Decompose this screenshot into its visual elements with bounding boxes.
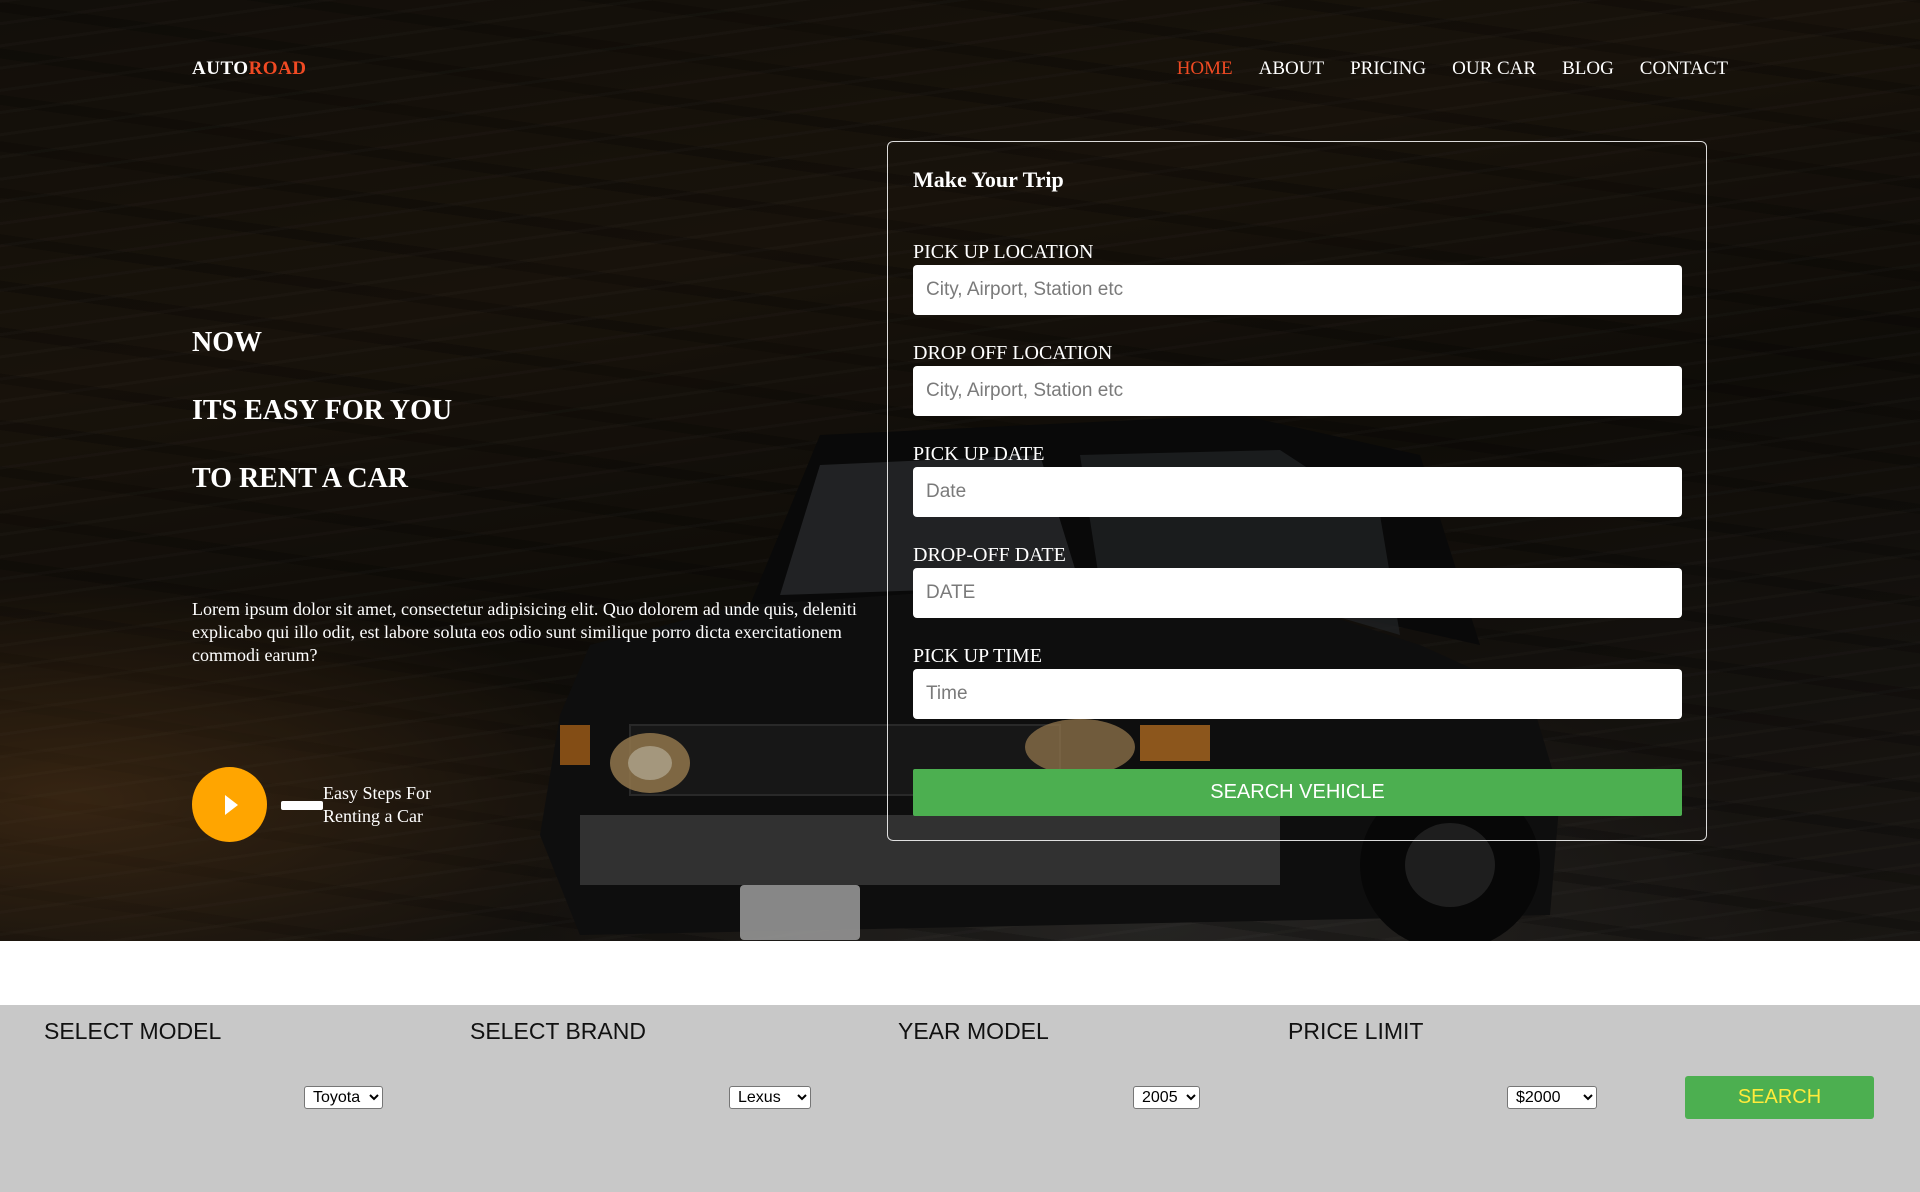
main-nav: HOME ABOUT PRICING OUR CAR BLOG CONTACT bbox=[1177, 58, 1728, 80]
nav-home[interactable]: HOME bbox=[1177, 58, 1233, 80]
search-button[interactable]: SEARCH bbox=[1685, 1076, 1874, 1119]
year-model-label: YEAR MODEL bbox=[898, 1018, 1049, 1044]
nav-about[interactable]: ABOUT bbox=[1259, 58, 1324, 80]
make-your-trip-form: Make Your Trip PICK UP LOCATION DROP OFF… bbox=[887, 141, 1707, 841]
select-brand-label: SELECT BRAND bbox=[470, 1018, 646, 1044]
nav-contact[interactable]: CONTACT bbox=[1640, 58, 1728, 80]
pickup-location-label: PICK UP LOCATION bbox=[913, 241, 1094, 263]
hero-section: AUTOROAD HOME ABOUT PRICING OUR CAR BLOG… bbox=[0, 0, 1920, 941]
hero-headline: NOW ITS EASY FOR YOU TO RENT A CAR bbox=[192, 326, 452, 530]
year-select[interactable]: 2005 bbox=[1133, 1086, 1200, 1109]
pickup-date-field: PICK UP DATE bbox=[913, 443, 1682, 517]
pickup-time-field: PICK UP TIME bbox=[913, 645, 1682, 719]
nav-our-car[interactable]: OUR CAR bbox=[1452, 58, 1536, 80]
nav-pricing[interactable]: PRICING bbox=[1350, 58, 1426, 80]
price-limit-label: PRICE LIMIT bbox=[1288, 1018, 1424, 1044]
dropoff-location-field: DROP OFF LOCATION bbox=[913, 342, 1682, 416]
headline-line-3: TO RENT A CAR bbox=[192, 463, 409, 494]
play-button[interactable] bbox=[192, 767, 267, 842]
pickup-time-label: PICK UP TIME bbox=[913, 645, 1042, 667]
brand-logo[interactable]: AUTOROAD bbox=[192, 58, 307, 80]
brand-logo-part1: AUTO bbox=[192, 58, 249, 79]
play-connector-line bbox=[281, 801, 323, 810]
pickup-time-input[interactable] bbox=[913, 669, 1682, 719]
hero-description: Lorem ipsum dolor sit amet, consectetur … bbox=[192, 599, 857, 665]
dropoff-location-label: DROP OFF LOCATION bbox=[913, 342, 1113, 364]
headline-line-2: ITS EASY FOR YOU bbox=[192, 395, 453, 426]
price-select[interactable]: $2000 bbox=[1507, 1086, 1597, 1109]
headline-line-1: NOW bbox=[192, 327, 262, 358]
pickup-date-input[interactable] bbox=[913, 467, 1682, 517]
model-select[interactable]: Toyota bbox=[304, 1086, 383, 1109]
dropoff-date-label: DROP-OFF DATE bbox=[913, 544, 1066, 566]
brand-select[interactable]: Lexus bbox=[729, 1086, 811, 1109]
dropoff-date-input[interactable] bbox=[913, 568, 1682, 618]
pickup-date-label: PICK UP DATE bbox=[913, 443, 1045, 465]
play-icon bbox=[225, 794, 238, 815]
nav-blog[interactable]: BLOG bbox=[1562, 58, 1614, 80]
easy-steps-text: Easy Steps For Renting a Car bbox=[323, 783, 431, 826]
pickup-location-input[interactable] bbox=[913, 265, 1682, 315]
dropoff-date-field: DROP-OFF DATE bbox=[913, 544, 1682, 618]
select-model-label: SELECT MODEL bbox=[44, 1018, 222, 1044]
brand-logo-part2: ROAD bbox=[248, 58, 307, 79]
dropoff-location-input[interactable] bbox=[913, 366, 1682, 416]
pickup-location-field: PICK UP LOCATION bbox=[913, 241, 1682, 315]
form-title: Make Your Trip bbox=[913, 167, 1064, 192]
search-vehicle-button[interactable]: SEARCH VEHICLE bbox=[913, 769, 1682, 816]
